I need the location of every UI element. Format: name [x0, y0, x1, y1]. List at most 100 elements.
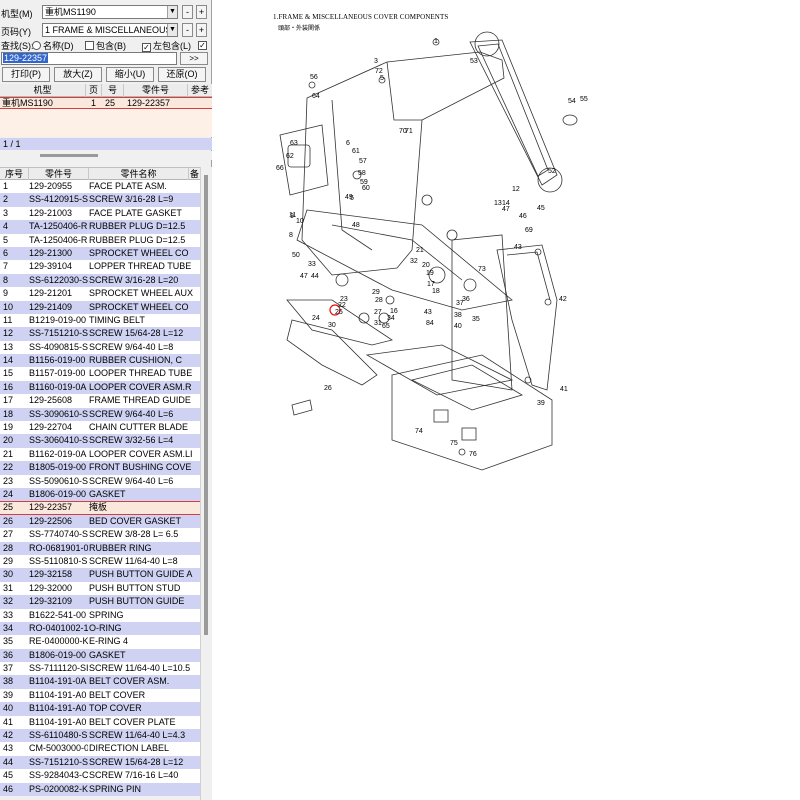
zoom-out-button[interactable]: 缩小(U): [106, 67, 154, 82]
page-plus-button[interactable]: +: [196, 23, 207, 37]
parts-row[interactable]: 46 PS-0200082-K SPRING PIN: [0, 782, 200, 796]
name-option[interactable]: 名称(D): [32, 39, 74, 52]
parts-row[interactable]: 1 129-20955 FACE PLATE ASM.: [0, 180, 200, 194]
part-callout[interactable]: 30: [328, 322, 336, 329]
part-callout[interactable]: 6: [346, 140, 350, 147]
part-callout[interactable]: 43: [514, 244, 522, 251]
scroll-thumb[interactable]: [40, 154, 98, 157]
part-callout[interactable]: 16: [390, 308, 398, 315]
part-callout[interactable]: 58: [358, 170, 366, 177]
model-minus-button[interactable]: -: [182, 5, 193, 19]
parts-row[interactable]: 16 B1160-019-0A LOOPER COVER ASM.R: [0, 380, 200, 395]
part-callout[interactable]: 50: [292, 252, 300, 259]
model-plus-button[interactable]: +: [196, 5, 207, 19]
part-callout[interactable]: 35: [472, 316, 480, 323]
chevron-down-icon[interactable]: ▼: [167, 24, 177, 36]
part-callout[interactable]: 27: [374, 309, 382, 316]
extra-checkbox[interactable]: ✓: [198, 39, 209, 50]
part-callout[interactable]: 28: [375, 297, 383, 304]
part-callout[interactable]: 43: [424, 309, 432, 316]
parts-row[interactable]: 34 RO-0401002-1 O-RING: [0, 621, 200, 636]
part-callout[interactable]: 39: [537, 400, 545, 407]
part-callout[interactable]: 26: [324, 385, 332, 392]
parts-row[interactable]: 20 SS-3060410-S SCREW 3/32-56 L=4: [0, 434, 200, 448]
part-callout[interactable]: 21: [416, 247, 424, 254]
part-callout[interactable]: 41: [560, 386, 568, 393]
part-callout[interactable]: 33: [308, 261, 316, 268]
parts-row[interactable]: 7 129-39104 LOPPER THREAD TUBE: [0, 260, 200, 274]
part-callout[interactable]: 20: [422, 262, 430, 269]
parts-row[interactable]: 25 129-22357 掩板: [0, 501, 200, 515]
contains-option[interactable]: 包含(B): [85, 39, 126, 52]
part-callout[interactable]: 29: [372, 289, 380, 296]
part-callout[interactable]: 12: [512, 186, 520, 193]
parts-row[interactable]: 23 SS-5090610-S SCREW 9/64-40 L=6: [0, 474, 200, 488]
part-callout[interactable]: 37: [456, 300, 464, 307]
results-col-model[interactable]: 机型: [0, 84, 86, 97]
parts-row[interactable]: 10 129-21409 SPROCKET WHEEL CO: [0, 300, 200, 314]
part-callout[interactable]: 56: [310, 74, 318, 81]
results-row[interactable]: 重机MS1190 1 25 129-22357: [0, 97, 212, 109]
part-callout[interactable]: 53: [470, 58, 478, 65]
part-callout[interactable]: 32: [410, 258, 418, 265]
part-callout[interactable]: 64: [312, 93, 320, 100]
part-callout[interactable]: 63: [290, 140, 298, 147]
parts-row[interactable]: 26 129-22506 BED COVER GASKET: [0, 514, 200, 529]
parts-row[interactable]: 6 129-21300 SPROCKET WHEEL CO: [0, 246, 200, 261]
part-callout[interactable]: 76: [469, 451, 477, 458]
parts-row[interactable]: 36 B1806-019-00 GASKET: [0, 648, 200, 663]
restore-button[interactable]: 还原(O): [158, 67, 206, 82]
part-callout[interactable]: 66: [276, 165, 284, 172]
part-callout[interactable]: 25: [335, 309, 343, 316]
parts-row[interactable]: 37 SS-7111120-SI SCREW 11/64-40 L=10.5: [0, 662, 200, 676]
part-callout[interactable]: 17: [427, 281, 435, 288]
page-select[interactable]: 1 FRAME & MISCELLANEOUS ▼: [42, 23, 178, 37]
part-callout[interactable]: 71: [405, 128, 413, 135]
parts-row[interactable]: 13 SS-4090815-S SCREW 9/64-40 L=8: [0, 340, 200, 355]
parts-row[interactable]: 15 B1157-019-00 LOOPER THREAD TUBE: [0, 367, 200, 381]
part-callout[interactable]: 1: [434, 38, 438, 45]
parts-row[interactable]: 11 B1219-019-00 TIMING BELT: [0, 313, 200, 328]
part-callout[interactable]: 47: [502, 206, 510, 213]
part-callout[interactable]: 40: [454, 323, 462, 330]
checkbox-icon[interactable]: [85, 41, 94, 50]
left-contains-option[interactable]: ✓ 左包含(L): [142, 39, 191, 52]
part-callout[interactable]: 34: [387, 315, 395, 322]
parts-row[interactable]: 30 129-32158 PUSH BUTTON GUIDE A: [0, 568, 200, 582]
part-callout[interactable]: 84: [426, 320, 434, 327]
part-callout[interactable]: 55: [580, 96, 588, 103]
parts-row[interactable]: 12 SS-7151210-S SCREW 15/64-28 L=12: [0, 327, 200, 341]
parts-row[interactable]: 43 CM-5003000-0 DIRECTION LABEL: [0, 742, 200, 756]
parts-row[interactable]: 27 SS-7740740-S SCREW 3/8-28 L= 6.5: [0, 528, 200, 542]
part-callout[interactable]: 75: [450, 440, 458, 447]
part-callout[interactable]: 46: [519, 213, 527, 220]
parts-row[interactable]: 39 B1104-191-A0 BELT COVER: [0, 688, 200, 703]
part-callout[interactable]: 69: [525, 227, 533, 234]
parts-row[interactable]: 22 B1805-019-00 FRONT BUSHING COVE: [0, 461, 200, 475]
parts-row[interactable]: 2 SS-4120915-S SCREW 3/16-28 L=9: [0, 193, 200, 207]
parts-row[interactable]: 44 SS-7151210-S SCREW 15/64-28 L=12: [0, 755, 200, 770]
parts-row[interactable]: 5 TA-1250406-R RUBBER PLUG D=12.5: [0, 233, 200, 247]
part-callout[interactable]: 48: [352, 222, 360, 229]
radio-icon[interactable]: [32, 41, 41, 50]
part-callout[interactable]: 18: [432, 288, 440, 295]
parts-row[interactable]: 29 SS-5110810-SI SCREW 11/64-40 L=8: [0, 554, 200, 569]
part-callout[interactable]: 49: [345, 194, 353, 201]
part-callout[interactable]: 72: [375, 68, 383, 75]
part-callout[interactable]: 52: [548, 168, 556, 175]
results-col-part[interactable]: 零件号: [124, 84, 188, 97]
chevron-down-icon[interactable]: ▼: [167, 6, 177, 18]
part-callout[interactable]: 65: [382, 323, 390, 330]
parts-row[interactable]: 33 B1622-541-00 SPRING: [0, 608, 200, 622]
parts-row[interactable]: 14 B1156-019-00 RUBBER CUSHION, C: [0, 354, 200, 368]
part-callout[interactable]: 13: [494, 200, 502, 207]
checkbox-checked-icon[interactable]: ✓: [142, 43, 151, 52]
part-callout[interactable]: 31: [374, 320, 382, 327]
part-callout[interactable]: 57: [359, 158, 367, 165]
parts-row[interactable]: 40 B1104-191-A0 TOP COVER: [0, 702, 200, 716]
parts-row[interactable]: 28 RO-0681901-0 RUBBER RING: [0, 541, 200, 555]
part-callout[interactable]: 42: [559, 296, 567, 303]
part-callout[interactable]: 24: [312, 315, 320, 322]
results-col-page[interactable]: 页: [86, 84, 102, 97]
parts-row[interactable]: 41 B1104-191-A0 BELT COVER PLATE: [0, 715, 200, 730]
